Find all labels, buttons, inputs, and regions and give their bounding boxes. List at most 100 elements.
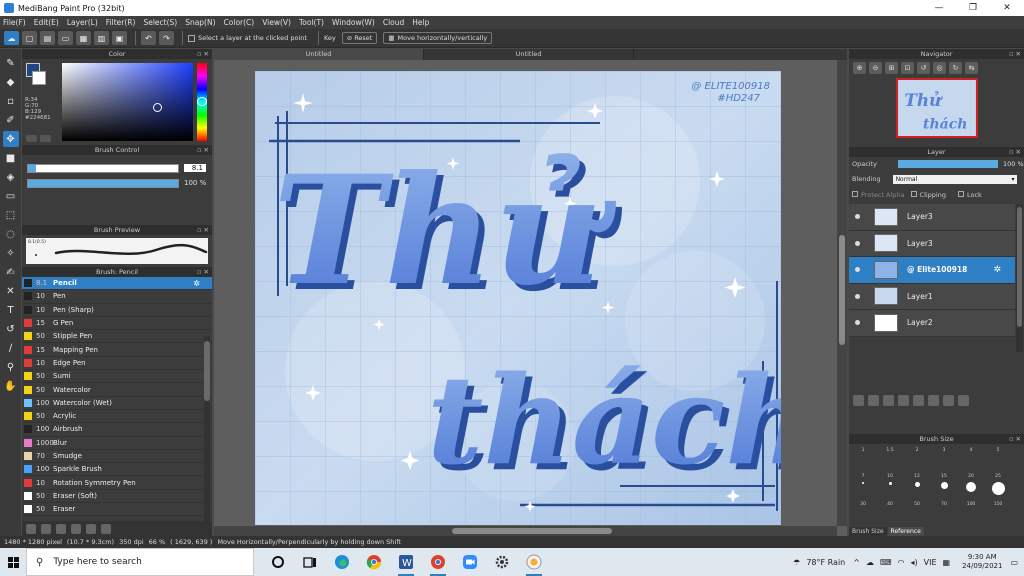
- dot-tool-icon[interactable]: ▫: [3, 93, 19, 109]
- brush-size-value[interactable]: 8.1: [184, 164, 206, 172]
- color-mode-icon[interactable]: [26, 135, 37, 142]
- scrollbar-thumb[interactable]: [1017, 207, 1022, 327]
- navigator-thumbnail[interactable]: Thử thách: [895, 78, 978, 138]
- visibility-icon[interactable]: [852, 212, 862, 222]
- folder-icon[interactable]: ▤: [40, 31, 55, 45]
- settings-gear-icon[interactable]: [490, 548, 514, 576]
- new-brush-icon[interactable]: [41, 523, 51, 534]
- eraser-tool-icon[interactable]: ◆: [3, 74, 19, 90]
- notifications-icon[interactable]: ▭: [1010, 558, 1018, 567]
- duplicate-icon[interactable]: [86, 523, 96, 534]
- cortana-icon[interactable]: [266, 548, 290, 576]
- visibility-icon[interactable]: [852, 265, 862, 275]
- brush-size-preset[interactable]: 10: [882, 474, 898, 485]
- panel-close-icon[interactable]: ▫ ✕: [1009, 147, 1021, 157]
- menu-edit[interactable]: Edit(E): [34, 18, 59, 27]
- redo-icon[interactable]: ↷: [159, 31, 174, 45]
- cloud-icon[interactable]: ☁: [866, 558, 874, 567]
- brush-item[interactable]: 50 Sumi: [22, 370, 212, 384]
- brush-size-preset[interactable]: 1.5: [882, 448, 898, 453]
- brush-item[interactable]: 10 Rotation Symmetry Pen: [22, 476, 212, 490]
- brush-item[interactable]: 100 Watercolor (Wet): [22, 397, 212, 410]
- menu-snap[interactable]: Snap(N): [185, 18, 215, 27]
- layer-item[interactable]: Layer2: [849, 310, 1015, 337]
- edge-icon[interactable]: [330, 548, 354, 576]
- duplicate-layer-icon[interactable]: [928, 394, 939, 406]
- menu-layer[interactable]: Layer(L): [67, 18, 98, 27]
- layer-item[interactable]: Layer1: [849, 283, 1015, 310]
- panel-close-icon[interactable]: ▫ ✕: [197, 225, 209, 235]
- new-halftone-layer-icon[interactable]: [868, 394, 879, 406]
- select-tool-icon[interactable]: ⬚: [3, 207, 19, 223]
- brush-size-preset[interactable]: 20: [963, 474, 979, 492]
- close-button[interactable]: ✕: [990, 0, 1024, 16]
- brush-item[interactable]: 10 Edge Pen: [22, 357, 212, 371]
- layout-icon[interactable]: ▣: [112, 31, 127, 45]
- brush-size-preset[interactable]: 100: [963, 502, 979, 507]
- checkbox-icon[interactable]: [852, 191, 858, 197]
- word-icon[interactable]: W: [394, 548, 418, 576]
- brush-size-slider[interactable]: [27, 163, 179, 173]
- checkbox-icon[interactable]: [188, 34, 195, 42]
- operation-tool-icon[interactable]: ↺: [3, 321, 19, 337]
- fit-icon[interactable]: ⊞: [885, 62, 898, 74]
- undo-icon[interactable]: ↶: [141, 31, 156, 45]
- menu-window[interactable]: Window(W): [332, 18, 375, 27]
- visibility-icon[interactable]: [852, 238, 862, 248]
- copy-brush-icon[interactable]: [56, 523, 66, 534]
- keyboard-icon[interactable]: ⌨: [880, 558, 892, 567]
- select-eraser-icon[interactable]: ✕: [3, 283, 19, 299]
- menu-filter[interactable]: Filter(R): [106, 18, 136, 27]
- menu-view[interactable]: View(V): [262, 18, 291, 27]
- panel-close-icon[interactable]: ▫ ✕: [197, 267, 209, 277]
- brush-item[interactable]: 1000 Blur: [22, 437, 212, 450]
- checkbox-icon[interactable]: [910, 191, 917, 197]
- brush-size-preset[interactable]: 2: [909, 448, 925, 453]
- magic-wand-icon[interactable]: ✧: [3, 245, 19, 261]
- brush-item[interactable]: 100 Sparkle Brush: [22, 463, 212, 477]
- menu-file[interactable]: File(F): [3, 18, 26, 27]
- select-pen-icon[interactable]: ✍: [3, 264, 19, 280]
- hue-cursor[interactable]: [197, 97, 207, 106]
- wifi-icon[interactable]: ◠: [898, 558, 905, 567]
- eyedropper-tool-icon[interactable]: ⚲: [3, 359, 19, 375]
- menu-help[interactable]: Help: [412, 18, 429, 27]
- panel-close-icon[interactable]: ▫ ✕: [1009, 49, 1021, 59]
- clipping-option[interactable]: Clipping: [910, 191, 946, 199]
- menu-cloud[interactable]: Cloud: [383, 18, 404, 27]
- layer-settings-icon[interactable]: ✲: [993, 265, 1001, 275]
- scrollbar-thumb[interactable]: [204, 341, 210, 401]
- add-layer-menu-icon[interactable]: [898, 394, 909, 406]
- panel-close-icon[interactable]: ▫ ✕: [197, 49, 209, 59]
- gradient-tool-icon[interactable]: ▭: [3, 188, 19, 204]
- new-file-icon[interactable]: ▢: [22, 31, 37, 45]
- medibang-taskbar-icon[interactable]: [522, 548, 546, 576]
- save-icon[interactable]: ▦: [76, 31, 91, 45]
- protect-alpha-option[interactable]: Protect Alpha: [852, 191, 905, 199]
- input-method-icon[interactable]: ▦: [943, 558, 951, 567]
- tab-untitled-2[interactable]: Untitled: [424, 49, 634, 60]
- visibility-icon[interactable]: [852, 318, 862, 328]
- zoom-in-icon[interactable]: ⊕: [853, 62, 866, 74]
- add-brush-icon[interactable]: [26, 523, 36, 534]
- brush-item[interactable]: 10 Pen: [22, 290, 212, 304]
- lock-option[interactable]: Lock: [958, 191, 982, 199]
- brush-size-preset[interactable]: 50: [909, 502, 925, 507]
- panel-close-icon[interactable]: ▫ ✕: [1009, 434, 1021, 444]
- palette-icon[interactable]: [40, 135, 51, 142]
- text-tool-icon[interactable]: T: [3, 302, 19, 318]
- maximize-button[interactable]: ❐: [956, 0, 990, 16]
- tab-reference[interactable]: Reference: [887, 527, 924, 536]
- tab-brush-size[interactable]: Brush Size: [849, 527, 887, 536]
- canvas-artwork[interactable]: @ ELITE100918 #HD247 Thử Thử thách thách: [255, 71, 781, 525]
- brush-size-preset[interactable]: 4: [963, 448, 979, 453]
- tab-untitled-1[interactable]: Untitled: [214, 49, 424, 60]
- panel-close-icon[interactable]: ▫ ✕: [197, 145, 209, 155]
- brush-item[interactable]: 50 Eraser (Soft): [22, 490, 212, 504]
- brush-item[interactable]: 100 Airbrush: [22, 423, 212, 437]
- brush-size-preset[interactable]: 25: [990, 474, 1006, 495]
- layer-item[interactable]: @ Elite100918 ✲: [849, 257, 1015, 284]
- brush-size-preset[interactable]: 150: [990, 502, 1006, 507]
- brush-item[interactable]: 50 Eraser: [22, 503, 212, 517]
- layer-list-scrollbar[interactable]: [1016, 204, 1023, 352]
